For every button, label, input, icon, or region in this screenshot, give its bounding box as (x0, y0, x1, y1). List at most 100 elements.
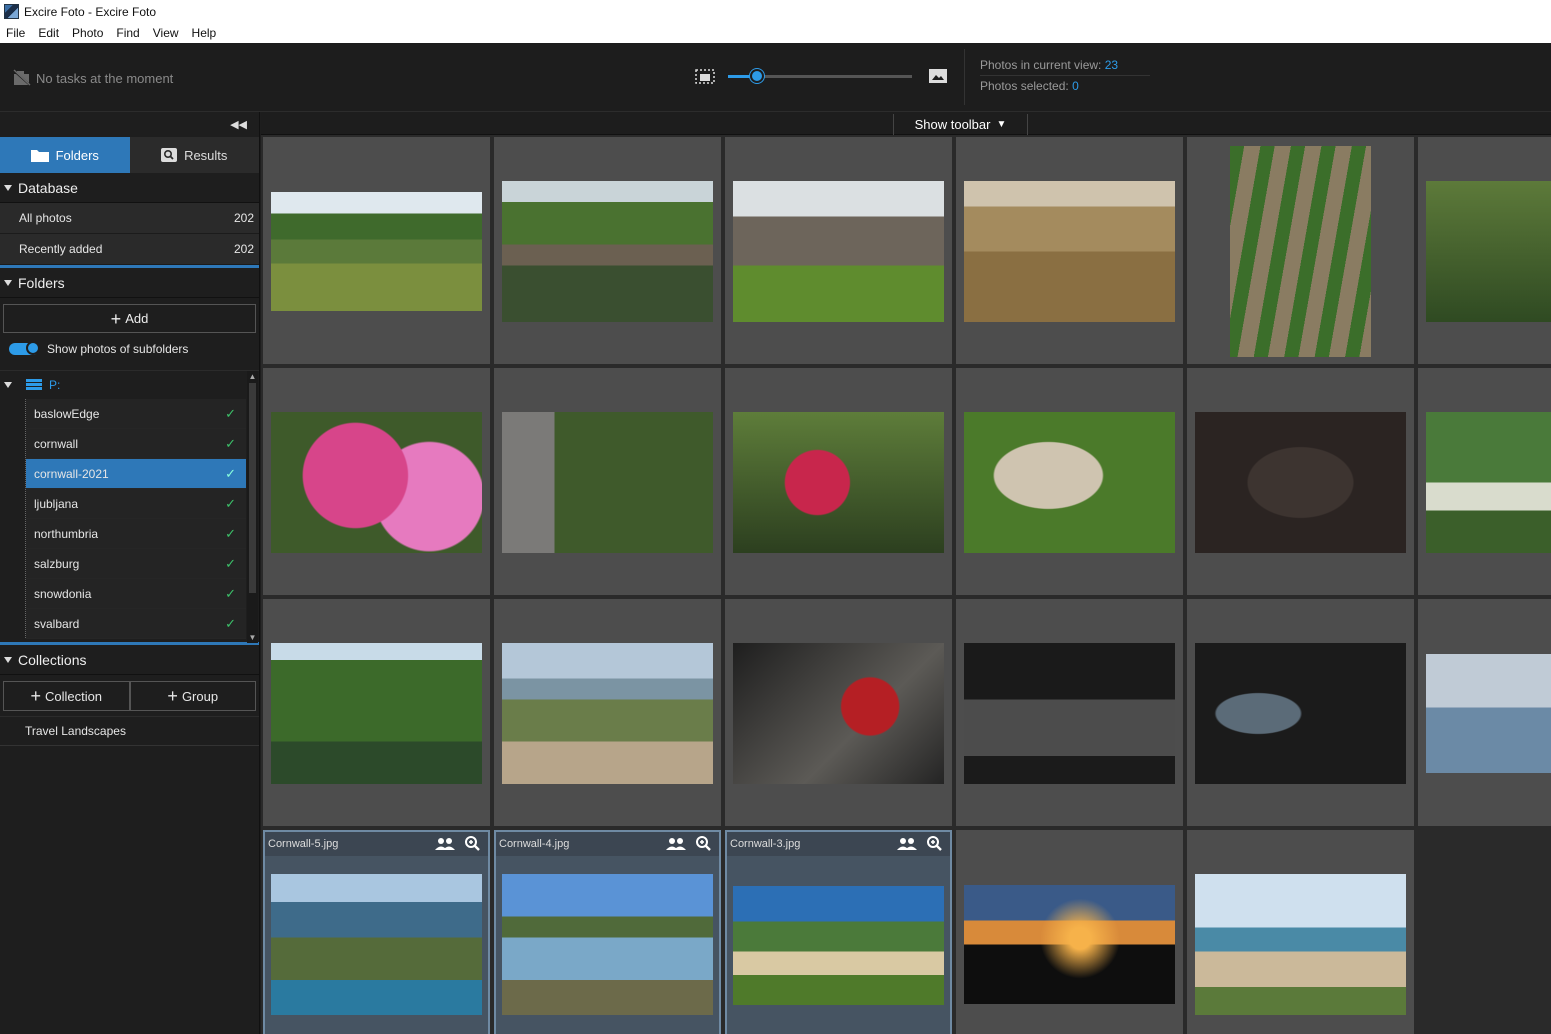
menu-edit[interactable]: Edit (38, 26, 59, 40)
folder-label: cornwall (34, 436, 79, 451)
scroll-up-icon[interactable]: ▲ (248, 372, 257, 381)
database-all-photos[interactable]: All photos 202 (0, 203, 259, 234)
collections-section-header[interactable]: Collections (0, 645, 259, 675)
tab-folders[interactable]: Folders (0, 137, 130, 173)
photo-thumbnail[interactable] (494, 137, 721, 364)
photo-thumbnail[interactable] (956, 368, 1183, 595)
database-section-header[interactable]: Database (0, 173, 259, 203)
photo-image (1426, 654, 1551, 773)
add-folder-button[interactable]: + Add (3, 304, 256, 333)
photo-image (502, 874, 713, 1015)
folders-section-header[interactable]: Folders (0, 268, 259, 298)
top-bar: No tasks at the moment Photos in current… (0, 43, 1551, 112)
menu-photo[interactable]: Photo (72, 26, 103, 40)
photo-filename: Cornwall-3.jpg (730, 838, 801, 850)
menu-help[interactable]: Help (192, 26, 217, 40)
find-people-icon[interactable] (665, 835, 687, 853)
photo-thumbnail[interactable] (956, 599, 1183, 826)
photo-image (271, 643, 482, 784)
check-icon: ✓ (225, 405, 236, 421)
find-similar-icon[interactable] (924, 835, 946, 853)
photo-thumbnail[interactable] (1187, 368, 1414, 595)
tab-results[interactable]: Results (129, 137, 259, 173)
photo-thumbnail[interactable] (1418, 599, 1551, 826)
folder-tree-scrollbar[interactable]: ▲ ▼ (247, 371, 258, 643)
photo-thumbnail[interactable] (1418, 368, 1551, 595)
folder-item-cornwall[interactable]: cornwall ✓ (25, 429, 246, 459)
drive-icon (26, 379, 42, 391)
folder-item-salzburg[interactable]: salzburg ✓ (25, 549, 246, 579)
photo-thumbnail[interactable] (1187, 599, 1414, 826)
photos-in-view-label: Photos in current view: (980, 58, 1102, 72)
subfolders-label: Show photos of subfolders (47, 342, 189, 356)
find-people-icon[interactable] (896, 835, 918, 853)
find-similar-icon[interactable] (693, 835, 715, 853)
collection-buttons: + Collection + Group (3, 681, 256, 711)
photo-thumbnail[interactable] (725, 599, 952, 826)
folder-item-cornwall-2021[interactable]: cornwall-2021 ✓ (25, 459, 246, 489)
app-icon (4, 4, 19, 19)
photo-browser: Show toolbar ▼ Cornwall-5.jpg Cornwall-4.… (261, 112, 1551, 1034)
thumbnail-header: Cornwall-3.jpg (727, 832, 950, 856)
add-collection-button[interactable]: + Collection (3, 681, 130, 711)
collection-item-travel-landscapes[interactable]: Travel Landscapes (0, 716, 259, 746)
photo-image (1195, 643, 1406, 784)
thumbnail-size-slider[interactable] (728, 68, 912, 83)
scroll-down-icon[interactable]: ▼ (248, 633, 257, 642)
photo-thumbnail[interactable] (1187, 830, 1414, 1034)
photo-image (733, 643, 944, 784)
photo-thumbnail[interactable]: Cornwall-3.jpg (725, 830, 952, 1034)
folder-item-ljubljana[interactable]: ljubljana ✓ (25, 489, 246, 519)
folder-item-snowdonia[interactable]: snowdonia ✓ (25, 579, 246, 609)
collection-label: Travel Landscapes (25, 724, 126, 738)
add-group-button[interactable]: + Group (129, 681, 256, 711)
menu-file[interactable]: File (6, 26, 25, 40)
photo-thumbnail[interactable]: Cornwall-4.jpg (494, 830, 721, 1034)
folder-item-northumbria[interactable]: northumbria ✓ (25, 519, 246, 549)
chevron-down-icon: ▼ (996, 119, 1007, 130)
photo-thumbnail[interactable] (725, 137, 952, 364)
photo-thumbnail[interactable] (956, 137, 1183, 364)
photo-image (1426, 412, 1551, 553)
folder-tree-root[interactable]: P: (0, 371, 259, 399)
subfolders-toggle[interactable] (9, 341, 40, 355)
menu-bar: File Edit Photo Find View Help (0, 23, 1551, 43)
menu-find[interactable]: Find (116, 26, 139, 40)
collapse-sidebar-button[interactable]: ◀◀ (0, 112, 259, 137)
photo-thumbnail[interactable] (263, 368, 490, 595)
photo-image (502, 181, 713, 322)
recently-added-label: Recently added (19, 242, 103, 256)
folder-item-svalbard[interactable]: svalbard ✓ (25, 609, 246, 639)
photo-counts: Photos in current view: 23 Photos select… (964, 49, 1150, 105)
thumbnail-header: Cornwall-4.jpg (496, 832, 719, 856)
folder-item-baslowedge[interactable]: baslowEdge ✓ (25, 399, 246, 429)
expand-triangle-icon (4, 382, 12, 388)
large-thumbnails-icon[interactable] (928, 67, 948, 85)
photo-thumbnail[interactable] (725, 368, 952, 595)
photo-thumbnail[interactable] (494, 599, 721, 826)
task-status: No tasks at the moment (12, 69, 173, 87)
task-status-text: No tasks at the moment (36, 70, 174, 86)
add-folder-label: Add (125, 311, 149, 326)
database-recently-added[interactable]: Recently added 202 (0, 234, 259, 265)
find-similar-icon[interactable] (462, 835, 484, 853)
menu-view[interactable]: View (153, 26, 179, 40)
photo-thumbnail[interactable] (1418, 137, 1551, 364)
find-people-icon[interactable] (434, 835, 456, 853)
check-icon: ✓ (225, 555, 236, 571)
folder-label: northumbria (34, 526, 99, 541)
add-collection-label: Collection (44, 688, 103, 704)
photo-thumbnail[interactable] (1187, 137, 1414, 364)
scrollbar-thumb[interactable] (249, 383, 256, 593)
small-thumbnails-icon[interactable] (695, 67, 715, 85)
photo-thumbnail[interactable] (263, 137, 490, 364)
folder-label: cornwall-2021 (34, 466, 109, 481)
photo-thumbnail[interactable] (956, 830, 1183, 1034)
thumbnail-actions (659, 835, 715, 853)
photo-thumbnail[interactable] (494, 368, 721, 595)
slider-handle[interactable] (750, 68, 765, 83)
photo-thumbnail[interactable]: Cornwall-5.jpg (263, 830, 490, 1034)
show-toolbar-button[interactable]: Show toolbar ▼ (893, 114, 1028, 135)
photos-selected-label: Photos selected: (980, 79, 1069, 93)
photo-thumbnail[interactable] (263, 599, 490, 826)
